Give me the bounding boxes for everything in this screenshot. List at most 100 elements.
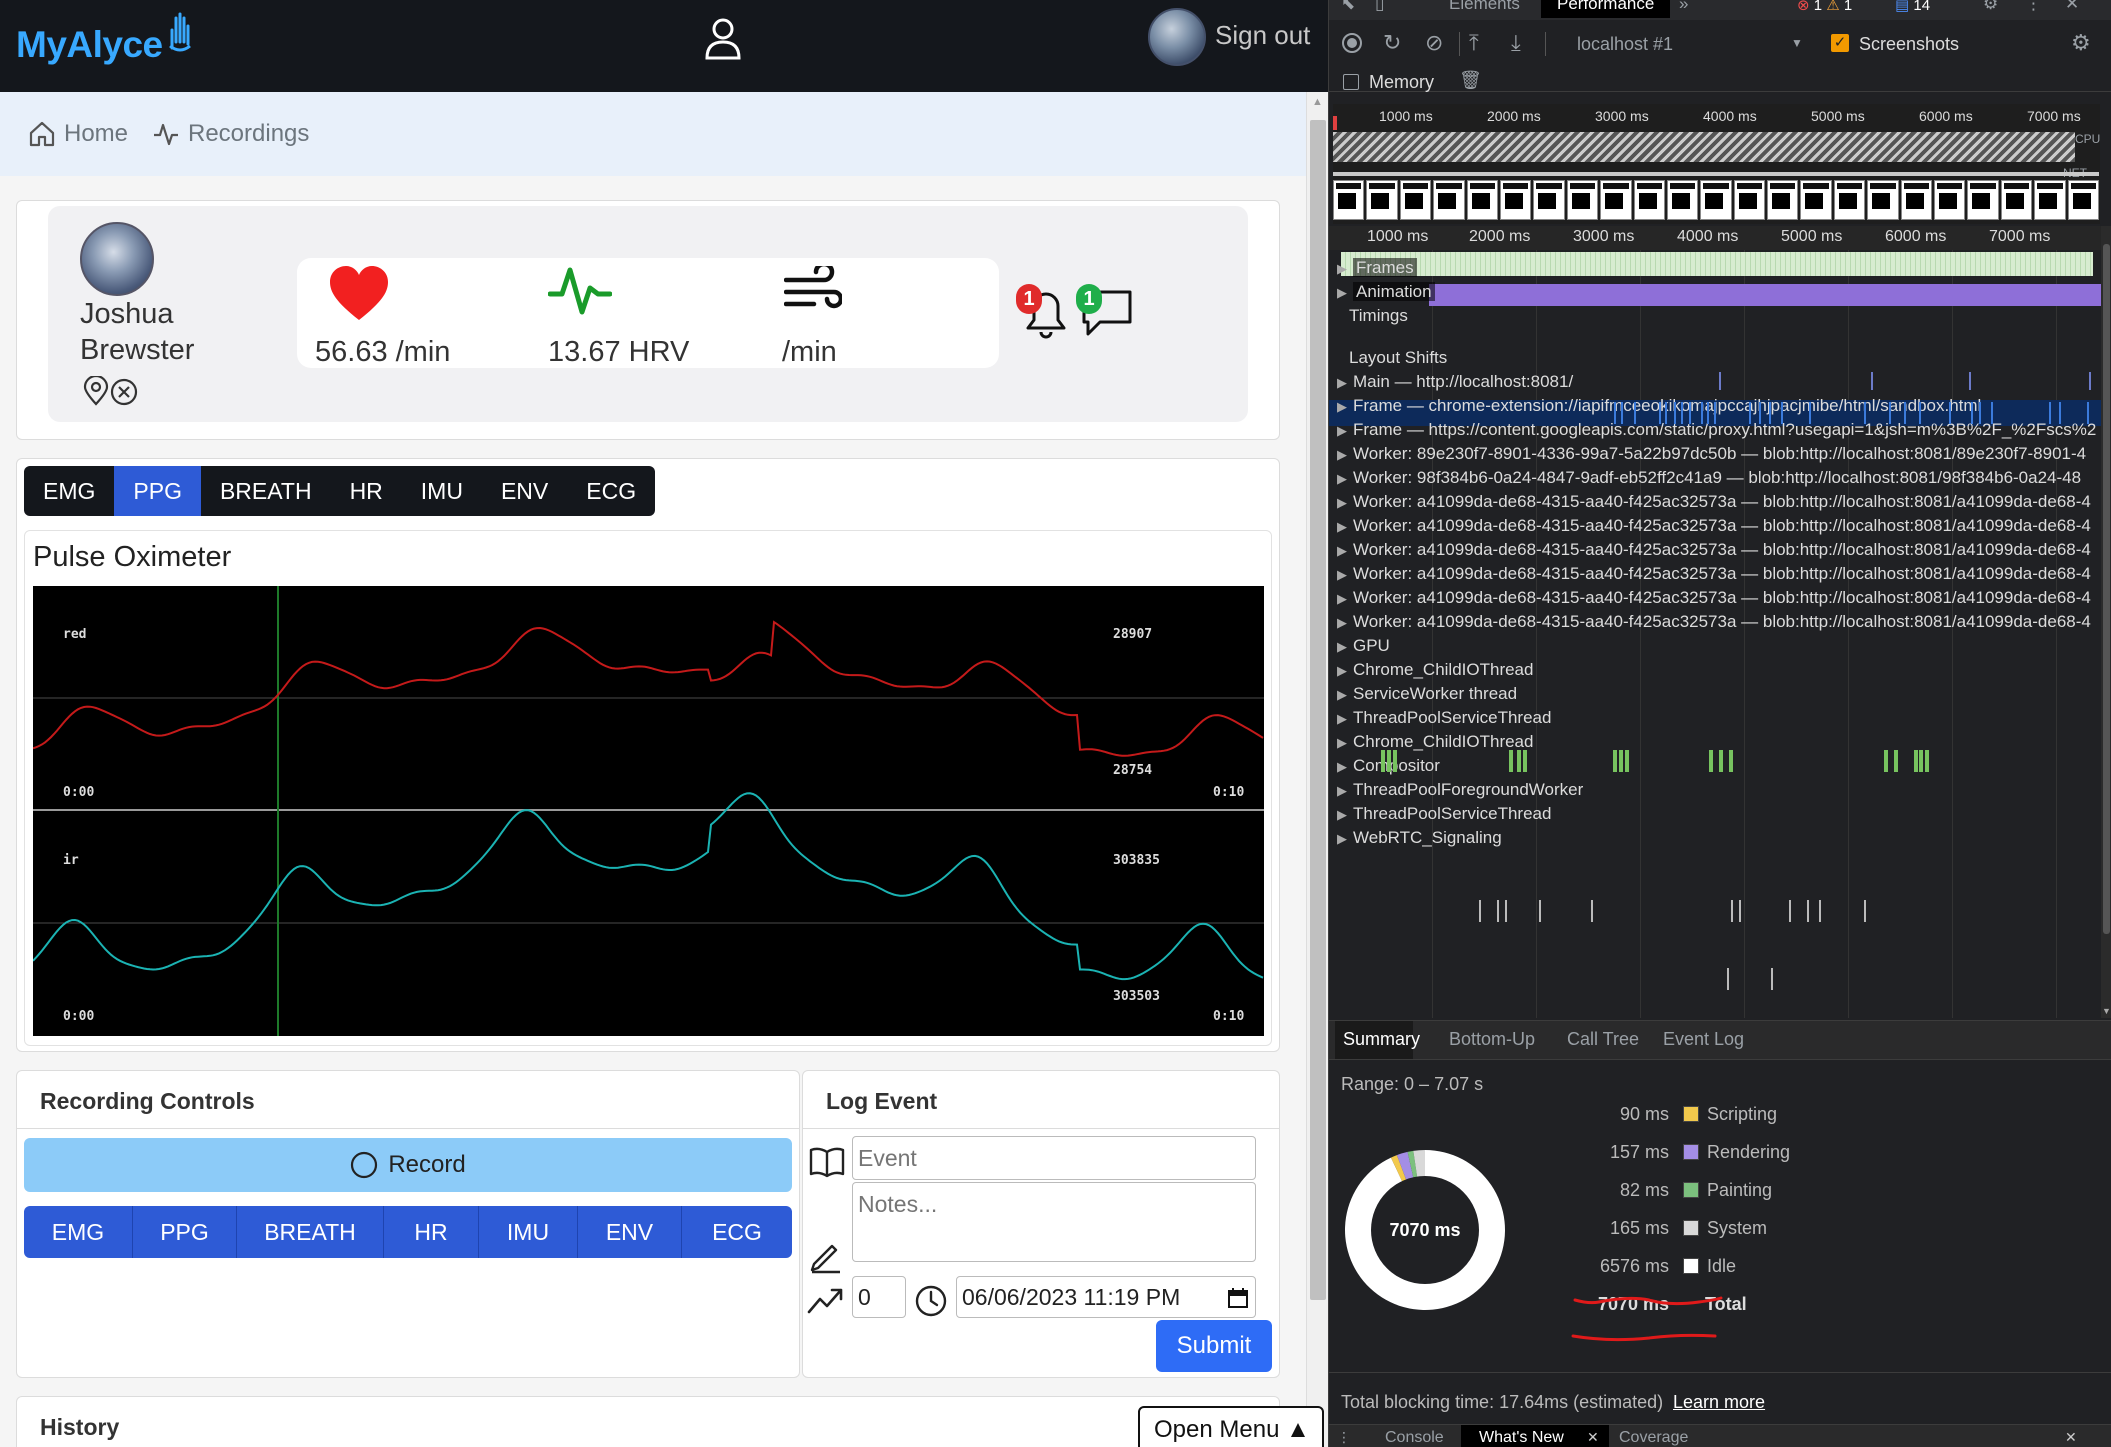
memory-checkbox[interactable] [1343, 74, 1359, 90]
expand-triangle-icon[interactable]: ▶ [1337, 375, 1347, 390]
screenshot-thumbnail[interactable] [1399, 180, 1432, 220]
calendar-icon[interactable] [1227, 1287, 1249, 1309]
track-row[interactable]: ▶ WebRTC_Signaling [1337, 828, 1502, 848]
stream-emg-button[interactable]: EMG [24, 1206, 133, 1258]
expand-triangle-icon[interactable]: ▶ [1337, 831, 1347, 846]
screenshot-thumbnail[interactable] [1733, 180, 1766, 220]
stream-env-button[interactable]: ENV [578, 1206, 682, 1258]
expand-triangle-icon[interactable]: ▶ [1337, 261, 1347, 276]
tab-ppg[interactable]: PPG [114, 466, 201, 516]
track-row[interactable]: ▶ Worker: a41099da-de68-4315-aa40-f425ac3… [1337, 564, 2091, 584]
user-profile-icon[interactable] [703, 16, 743, 60]
screenshot-thumbnail[interactable] [2034, 180, 2066, 220]
expand-triangle-icon[interactable]: ▶ [1337, 567, 1347, 582]
screenshot-thumbnail[interactable] [1499, 180, 1532, 220]
track-row[interactable]: ▶ Worker: a41099da-de68-4315-aa40-f425ac3… [1337, 612, 2091, 632]
track-row[interactable]: ▶ GPU [1337, 636, 1390, 656]
tab-performance[interactable]: Performance [1541, 0, 1671, 18]
expand-triangle-icon[interactable]: ▶ [1337, 471, 1347, 486]
device-toolbar-icon[interactable]: ▯ [1375, 0, 1384, 14]
breadcrumb-recordings[interactable]: Recordings [152, 120, 309, 148]
expand-triangle-icon[interactable]: ▶ [1337, 591, 1347, 606]
error-badge[interactable]: ⊗ 1 ⚠ 1 [1797, 0, 1852, 14]
track-row[interactable]: ▶ Worker: a41099da-de68-4315-aa40-f425ac3… [1337, 492, 2091, 512]
screenshot-thumbnail[interactable] [1633, 180, 1665, 220]
drawer-tab-console[interactable]: Console [1385, 1429, 1444, 1447]
target-dropdown-icon[interactable]: ▼ [1791, 36, 1803, 50]
expand-triangle-icon[interactable]: ▶ [1337, 663, 1347, 678]
screenshot-thumbnail[interactable] [1934, 180, 1966, 220]
track-row[interactable]: ▶ Chrome_ChildIOThread [1337, 732, 1533, 752]
messages-badge-devtools[interactable]: ▤ 14 [1895, 0, 1930, 14]
tab-breath[interactable]: BREATH [201, 466, 331, 516]
tab-imu[interactable]: IMU [402, 466, 482, 516]
expand-triangle-icon[interactable]: ▶ [1337, 495, 1347, 510]
expand-triangle-icon[interactable]: ▶ [1337, 285, 1347, 300]
track-row[interactable]: Timings [1337, 306, 1408, 326]
clear-icon[interactable]: ⊘ [1425, 30, 1443, 56]
screenshot-thumbnail[interactable] [1900, 180, 1933, 220]
value-input[interactable]: 0 [852, 1276, 906, 1318]
tab-event-log[interactable]: Event Log [1663, 1029, 1744, 1050]
target-select[interactable]: localhost #1 [1577, 34, 1673, 55]
screenshot-thumbnail[interactable] [1466, 180, 1498, 220]
learn-more-link[interactable]: Learn more [1673, 1392, 1765, 1413]
datetime-input[interactable]: 06/06/2023 11:19 PM [956, 1276, 1256, 1318]
expand-triangle-icon[interactable]: ▶ [1337, 639, 1347, 654]
tracks-scrollbar[interactable]: ▼ [2101, 226, 2111, 1018]
expand-triangle-icon[interactable]: ▶ [1337, 735, 1347, 750]
track-row[interactable]: ▶ Main — http://localhost:8081/ [1337, 372, 1573, 392]
app-logo[interactable]: MyAlyce [16, 12, 191, 66]
open-menu-button[interactable]: Open Menu ▲ [1138, 1406, 1324, 1447]
more-tabs-icon[interactable]: » [1679, 0, 1688, 14]
tab-env[interactable]: ENV [482, 466, 567, 516]
submit-button[interactable]: Submit [1156, 1320, 1272, 1372]
settings-gear-icon[interactable]: ⚙ [1983, 0, 1998, 14]
screenshot-thumbnail[interactable] [1700, 180, 1732, 220]
track-row[interactable]: ▶ Worker: a41099da-de68-4315-aa40-f425ac3… [1337, 588, 2091, 608]
screenshot-thumbnail[interactable] [1533, 180, 1565, 220]
track-row[interactable]: Layout Shifts [1337, 348, 1447, 368]
notes-textarea[interactable] [852, 1182, 1256, 1262]
user-avatar[interactable] [1148, 8, 1206, 66]
flame-chart-tracks[interactable]: ▶ Frames ▶ Animation Timings Layout Shifts ▶ Ma… [1329, 250, 2111, 1018]
stream-ecg-button[interactable]: ECG [682, 1206, 792, 1258]
screenshot-thumbnail[interactable] [1767, 180, 1799, 220]
location-pin-icon[interactable] [82, 376, 110, 406]
expand-triangle-icon[interactable]: ▶ [1337, 519, 1347, 534]
sign-out-link[interactable]: Sign out [1215, 20, 1310, 51]
expand-triangle-icon[interactable]: ▶ [1337, 447, 1347, 462]
garbage-collect-icon[interactable]: 🗑 [1459, 70, 1482, 91]
expand-triangle-icon[interactable]: ▶ [1337, 399, 1347, 414]
screenshot-thumbnail[interactable] [1600, 180, 1632, 220]
drawer-menu-icon[interactable]: ⋮ [1337, 1429, 1351, 1446]
close-circle-icon[interactable] [110, 378, 138, 406]
track-row[interactable]: ▶ Animation [1337, 282, 1435, 302]
screenshot-filmstrip[interactable] [1333, 180, 2099, 224]
drawer-tab-coverage[interactable]: Coverage [1619, 1429, 1688, 1447]
tab-ecg[interactable]: ECG [567, 466, 655, 516]
screenshots-checkbox[interactable]: ✓ [1831, 34, 1849, 52]
drawer-tab-whats-new[interactable]: What's New [1479, 1429, 1564, 1447]
screenshot-thumbnail[interactable] [1433, 180, 1465, 220]
download-profile-icon[interactable]: ⤓ [1511, 30, 1521, 56]
track-row[interactable]: ▶ Chrome_ChildIOThread [1337, 660, 1533, 680]
tab-emg[interactable]: EMG [24, 466, 114, 516]
close-tab-icon[interactable]: ✕ [1587, 1429, 1599, 1446]
screenshot-thumbnail[interactable] [1566, 180, 1599, 220]
stream-imu-button[interactable]: IMU [479, 1206, 578, 1258]
tab-elements[interactable]: Elements [1449, 0, 1520, 14]
expand-triangle-icon[interactable]: ▶ [1337, 687, 1347, 702]
tab-hr[interactable]: HR [331, 466, 402, 516]
track-row[interactable]: ▶ Worker: a41099da-de68-4315-aa40-f425ac3… [1337, 516, 2091, 536]
selection-start-marker[interactable] [1333, 116, 1337, 130]
track-row[interactable]: ▶ Frame — https://content.googleapis.com/… [1337, 420, 2096, 440]
track-row[interactable]: ▶ Worker: 89e230f7-8901-4336-99a7-5a22b97… [1337, 444, 2086, 464]
track-row[interactable]: ▶ ThreadPoolServiceThread [1337, 708, 1551, 728]
tab-call-tree[interactable]: Call Tree [1567, 1029, 1639, 1050]
event-input[interactable] [852, 1136, 1256, 1180]
stream-breath-button[interactable]: BREATH [237, 1206, 384, 1258]
track-row[interactable]: ▶ ThreadPoolForegroundWorker [1337, 780, 1583, 800]
screenshot-thumbnail[interactable] [1333, 180, 1365, 220]
breadcrumb-home[interactable]: Home [28, 120, 128, 148]
